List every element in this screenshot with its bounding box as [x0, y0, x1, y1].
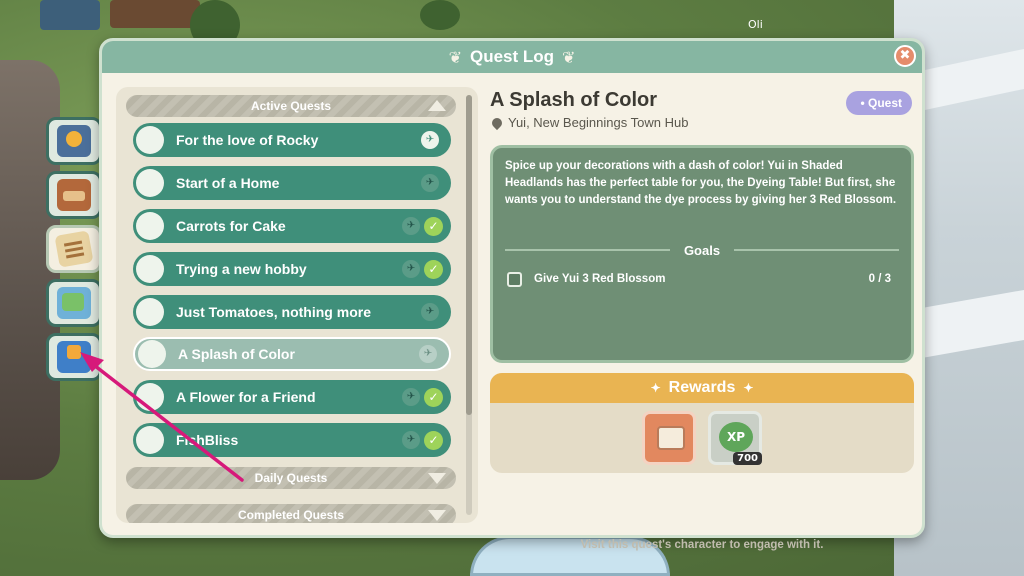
rewards-header: ✦ Rewards ✦	[490, 373, 914, 403]
reward-dyeing-table[interactable]	[642, 411, 696, 465]
quest-name: Just Tomatoes, nothing more	[176, 304, 371, 320]
daily-quests-header[interactable]: Daily Quests	[126, 467, 456, 489]
quest-name: Start of a Home	[176, 175, 280, 191]
reward-xp[interactable]: XP 700	[708, 411, 762, 465]
quest-icon-circle	[136, 383, 164, 411]
goal-item: Give Yui 3 Red Blossom 0 / 3	[507, 270, 891, 288]
quest-journal-icon	[57, 341, 91, 373]
collapse-icon	[428, 100, 446, 111]
pin-icon[interactable]: ✈	[421, 303, 439, 321]
quest-name: Trying a new hobby	[176, 261, 307, 277]
pin-icon[interactable]: ✈	[402, 431, 420, 449]
daily-quests-label: Daily Quests	[254, 471, 328, 485]
expand-icon	[428, 510, 446, 521]
checkmark-icon: ✓	[424, 259, 443, 279]
book-icon	[57, 125, 91, 157]
window-titlebar: ❦ Quest Log ❦ ✖	[102, 41, 922, 73]
map-icon	[57, 287, 91, 319]
quest-row[interactable]: Just Tomatoes, nothing more ✈	[133, 295, 451, 329]
sparkle-icon: ✦	[650, 381, 661, 395]
xp-icon: XP	[719, 422, 753, 452]
tab-journal[interactable]	[46, 333, 102, 381]
expand-icon	[428, 473, 446, 484]
backpack-icon	[57, 179, 91, 211]
dirt-plot	[110, 0, 200, 28]
tab-map[interactable]	[46, 279, 102, 327]
checkmark-icon: ✓	[424, 387, 443, 407]
xp-amount: 700	[733, 452, 762, 465]
pin-icon[interactable]: ✈	[421, 131, 439, 149]
quest-detail-panel: A Splash of Color Yui, New Beginnings To…	[489, 87, 914, 551]
close-button[interactable]: ✖	[894, 45, 916, 67]
tab-quests[interactable]	[46, 225, 102, 273]
completed-quests-label: Completed Quests	[237, 508, 345, 522]
quest-row[interactable]: Trying a new hobby ✈ ✓	[133, 252, 451, 286]
bush	[420, 0, 460, 30]
quest-description-box: Spice up your decorations with a dash of…	[490, 145, 914, 363]
divider	[505, 249, 670, 251]
scroll-icon	[54, 230, 94, 268]
goals-label: Goals	[683, 242, 721, 258]
player-name-tag: Oli	[748, 18, 763, 31]
pin-icon[interactable]: ✈	[419, 345, 437, 363]
quest-name: A Flower for a Friend	[176, 389, 316, 405]
scrollbar-thumb[interactable]	[466, 95, 472, 415]
quest-log-window: ❦ Quest Log ❦ ✖ Active Quests For the lo…	[99, 38, 925, 551]
pin-icon[interactable]: ✈	[402, 388, 420, 406]
quest-icon-circle	[136, 169, 164, 197]
quest-name: A Splash of Color	[178, 346, 295, 362]
quest-row[interactable]: FishBliss ✈ ✓	[133, 423, 451, 457]
quest-row-selected[interactable]: A Splash of Color ✈	[133, 337, 451, 371]
goal-progress: 0 / 3	[868, 273, 891, 285]
tab-inventory[interactable]	[46, 171, 102, 219]
quest-type-badge: • Quest	[846, 91, 912, 115]
rewards-panel: ✦ Rewards ✦ XP 700	[490, 373, 914, 473]
quest-icon-circle	[136, 426, 164, 454]
quest-row[interactable]: For the love of Rocky ✈	[133, 123, 451, 157]
quest-row[interactable]: A Flower for a Friend ✈ ✓	[133, 380, 451, 414]
quest-icon-circle	[136, 298, 164, 326]
tab-collections[interactable]	[46, 117, 102, 165]
goal-checkbox	[507, 271, 522, 287]
quest-name: Carrots for Cake	[176, 218, 286, 234]
sparkle-icon: ✦	[743, 381, 754, 395]
engage-hint: Visit this quest's character to engage w…	[580, 539, 824, 551]
quest-row[interactable]: Carrots for Cake ✈ ✓	[133, 209, 451, 243]
quest-row[interactable]: Start of a Home ✈	[133, 166, 451, 200]
quest-icon-circle	[136, 212, 164, 240]
quest-list-scrollbar[interactable]	[466, 95, 472, 515]
quest-name: For the love of Rocky	[176, 132, 319, 148]
quest-description: Spice up your decorations with a dash of…	[505, 160, 897, 206]
location-pin-icon	[489, 115, 505, 130]
water-plot	[40, 0, 100, 30]
quest-icon-circle	[138, 340, 166, 368]
pin-icon[interactable]: ✈	[421, 174, 439, 192]
active-quests-label: Active Quests	[250, 99, 332, 113]
quest-icon-circle	[136, 126, 164, 154]
quest-title: A Splash of Color	[490, 89, 658, 111]
pin-icon[interactable]: ✈	[402, 217, 420, 235]
completed-quests-header[interactable]: Completed Quests	[126, 504, 456, 523]
goals-header: Goals	[505, 240, 899, 260]
quest-name: FishBliss	[176, 432, 239, 448]
quest-location: Yui, New Beginnings Town Hub	[489, 115, 689, 130]
menu-sidebar	[46, 117, 106, 387]
window-title: Quest Log	[469, 47, 555, 66]
checkmark-icon: ✓	[424, 430, 443, 450]
quest-list-panel: Active Quests For the love of Rocky ✈ St…	[116, 87, 478, 523]
active-quests-header[interactable]: Active Quests	[126, 95, 456, 117]
checkmark-icon: ✓	[424, 216, 443, 236]
goal-text: Give Yui 3 Red Blossom	[534, 273, 666, 285]
quest-icon-circle	[136, 255, 164, 283]
leaf-icon: ❦	[448, 47, 462, 67]
leaf-icon: ❦	[562, 47, 576, 67]
rewards-label: Rewards	[668, 379, 736, 396]
location-text: Yui, New Beginnings Town Hub	[508, 115, 689, 130]
pin-icon[interactable]: ✈	[402, 260, 420, 278]
divider	[734, 249, 899, 251]
